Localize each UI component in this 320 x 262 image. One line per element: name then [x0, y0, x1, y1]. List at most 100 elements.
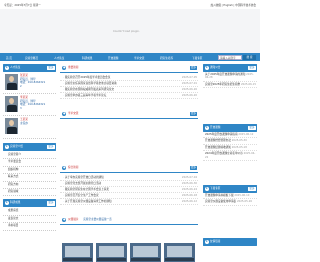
open-project-date: 2025-06-12 — [238, 133, 254, 136]
general-news-item[interactable]: ·关于开展实验室仪器设备清查工作的通知 2025-06-12 — [60, 199, 198, 205]
download-header: ♦ 下载专区 更多 — [203, 185, 257, 193]
general-news-icon: ● — [62, 165, 67, 171]
middle-column: ● 重要新闻 更多 ·我实验室召开2025年度学术委员会会议 2025-07-05… — [60, 64, 198, 262]
news-list: ·我实验室召开2025年度学术委员会会议 2025-07-05 ·实验室主任获国家… — [60, 75, 198, 99]
general-news-date: 2025-06-12 — [180, 199, 197, 204]
open-project-item[interactable]: 2024年度开放课题立项名单公示 2025-04-22 — [203, 151, 257, 162]
person-card[interactable]: 李某某 研究员、博导 电话：010-8264321 3 — [3, 94, 56, 116]
lab-list-item[interactable]: 联系方式 — [3, 174, 56, 182]
left-column: ♦ 人才队伍 更多 张某某 研究员、博导 电话：010-8264321 2 李某… — [3, 64, 56, 262]
nav-item-home[interactable]: 首 页 — [6, 56, 12, 60]
general-news-date: 2025-06-18 — [180, 193, 197, 198]
lab-title: 实验室介绍 — [10, 145, 23, 148]
general-news-date: 2025-06-24 — [180, 187, 197, 192]
download-list: 开放课题申请书模板下载 2025-06-10 实验室仪器设备使用申请表 2025… — [203, 193, 257, 238]
photo-marquee: 实验室主要仪器设备一览 — [83, 218, 112, 221]
general-news-date: 2025-07-04 — [180, 175, 197, 180]
more-button[interactable]: 更多 — [47, 65, 55, 71]
more-button[interactable]: 更多 — [248, 125, 256, 131]
download-text: 实验室仪器设备使用申请表 — [205, 200, 237, 204]
more-button[interactable]: 更多 — [189, 65, 197, 71]
lab-list-item[interactable]: 学术委员会 — [3, 159, 56, 167]
person-phone-cont: 2 — [20, 84, 22, 88]
person-phone-cont: 3 — [20, 106, 22, 110]
general-news-text: 我实验室研究生在全国学术会议上获奖 — [64, 188, 109, 191]
top-links[interactable]: 加入收藏 | English | 中国科学技术协会 — [210, 3, 256, 7]
news-item[interactable]: ·实验室举办第三届青年学者学术论坛 2025-06-20 — [60, 93, 198, 99]
notice-icon: ♦ — [204, 66, 209, 70]
date-text: 今天是：2025年7月7日 星期一 — [4, 3, 41, 7]
notice-item[interactable]: 关于2025年度开放课题申请的通知 2025-06-28 — [203, 72, 257, 82]
news-item-date: 2025-07-05 — [180, 75, 197, 80]
news-item-date: 2025-06-20 — [180, 93, 197, 98]
main-nav: 首 页 实验室概况 人才队伍 科研成果 开放课题 学术交流 研究生培养 下载专区… — [0, 53, 260, 61]
nav-item-graduate[interactable]: 研究生培养 — [160, 56, 173, 60]
news-item-text: 实验室举办第三届青年学者学术论坛 — [64, 94, 107, 97]
download-icon: ♦ — [204, 187, 209, 191]
general-news-text: 实验室党支部开展主题党日活动 — [64, 182, 102, 185]
lab-list-item[interactable]: 研究领域 — [3, 189, 56, 197]
open-projects-icon: ♦ — [204, 126, 209, 130]
people-title: 人才队伍 — [10, 66, 21, 69]
more-button[interactable]: 更多 — [189, 165, 197, 171]
general-news-text: 实验室召开安全生产工作会议 — [64, 194, 99, 197]
research-list-item[interactable]: 成果获奖 — [3, 208, 56, 216]
open-project-text: 开放课题结题验收通知 — [205, 145, 231, 149]
general-news-title: 综合新闻 — [68, 166, 79, 169]
more-button[interactable]: 更多 — [47, 144, 55, 150]
lab-list-item[interactable]: 实验室简介 — [3, 152, 56, 160]
more-button[interactable]: 更多 — [47, 201, 55, 206]
person-photo — [5, 74, 18, 90]
notice-date: 2025-06-15 — [240, 82, 257, 86]
right-column: ♦ 通知公告 更多 关于2025年度开放课题申请的通知 2025-06-28 实… — [203, 64, 257, 262]
general-news-text: 关于开展实验室仪器设备清查工作的通知 — [64, 200, 112, 203]
open-projects-list: 2025年度开放课题申请指南 2025-06-12 开放课题经费管理办法 202… — [203, 132, 257, 185]
research-header: ♦ 科研成果 更多 — [3, 199, 56, 208]
general-news-text: 关于举办实验室开放日活动的通知 — [64, 176, 104, 179]
open-project-text: 2025年度开放课题申请指南 — [205, 133, 238, 136]
more-button[interactable]: 更多 — [248, 65, 256, 71]
research-list-item[interactable]: 发表论文 — [3, 216, 56, 224]
nav-item-research[interactable]: 科研成果 — [82, 56, 92, 60]
instrument-photo[interactable] — [164, 243, 195, 262]
download-date: 2025-06-10 — [234, 194, 250, 197]
notice-text: 实验室2025年研究生招生简章 — [205, 82, 241, 86]
search-input[interactable]: 请输入关键字 — [218, 54, 242, 60]
open-projects-title: 开放课题 — [210, 126, 221, 129]
nav-item-overview[interactable]: 实验室概况 — [25, 56, 38, 60]
open-projects-header: ♦ 开放课题 更多 — [203, 124, 257, 132]
people-icon: ♦ — [4, 66, 9, 70]
photo-strip — [60, 240, 198, 262]
lab-list-item[interactable]: 研究方向 — [3, 182, 56, 189]
open-project-date: 2025-05-18 — [231, 145, 247, 149]
research-title: 科研成果 — [10, 201, 21, 205]
nav-item-download[interactable]: 下载专区 — [192, 56, 202, 60]
download-date: 2025-05-26 — [236, 200, 253, 204]
links-title: 友情链接 — [210, 240, 221, 243]
more-button[interactable]: 更多 — [189, 111, 197, 117]
banner-plugin: Couldn't load plugin. — [0, 9, 260, 53]
links-header: ♦ 友情链接 — [203, 238, 257, 246]
download-item[interactable]: 实验室仪器设备使用申请表 2025-05-26 — [203, 199, 257, 206]
notice-item[interactable]: 实验室2025年研究生招生简章 2025-06-15 — [203, 82, 257, 89]
notice-title: 通知公告 — [210, 66, 221, 69]
nav-item-talent[interactable]: 人才队伍 — [54, 56, 64, 60]
lab-list: 实验室简介 学术委员会 组织机构 联系方式 研究方向 研究领域 — [3, 151, 56, 197]
person-card[interactable]: 王某某 主任办 — [3, 116, 56, 139]
nav-item-exchange[interactable]: 学术交流 — [134, 56, 144, 60]
research-list: 成果获奖 发表论文 承担项目 — [3, 207, 56, 231]
research-list-item[interactable]: 承担项目 — [3, 223, 56, 231]
academic-icon: ● — [62, 111, 67, 117]
photo-icon: ● — [62, 217, 67, 223]
open-project-text: 2024年度开放课题立项名单公示 — [205, 152, 243, 156]
notice-header: ♦ 通知公告 更多 — [203, 64, 257, 72]
instrument-photo[interactable] — [96, 243, 127, 262]
more-button[interactable]: 更多 — [248, 186, 256, 192]
search-button[interactable]: 搜 索 — [243, 54, 256, 60]
research-icon: ♦ — [4, 201, 9, 206]
instrument-photo[interactable] — [62, 243, 93, 262]
nav-item-open-projects[interactable]: 开放课题 — [108, 56, 118, 60]
instrument-photo[interactable] — [130, 243, 161, 262]
lab-list-item[interactable]: 组织机构 — [3, 167, 56, 175]
person-card[interactable]: 张某某 研究员、博导 电话：010-8264321 2 — [3, 72, 56, 94]
